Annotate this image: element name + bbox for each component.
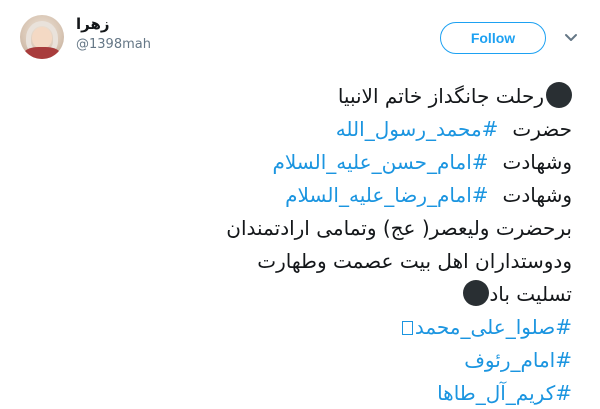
avatar[interactable] — [20, 15, 64, 59]
tweet-line: #کریم_آل_طاها — [12, 377, 572, 409]
tweet-line: ودوستداران اهل بیت عصمت وطهارت — [257, 249, 572, 273]
tweet-line-text: وشهادت — [502, 183, 572, 207]
tweet-line: #امام_رئوف — [12, 344, 572, 377]
tweet-text: رحلت جانگداز خاتم الانبیا حضرت #محمد_رسول… — [12, 80, 572, 409]
hashtag-link[interactable]: #محمد_رسول_الله — [336, 117, 499, 141]
hashtag-link[interactable]: #امام_رئوف — [464, 348, 572, 372]
avatar-cloth — [24, 47, 60, 59]
tweet-line-text: رحلت جانگداز خاتم الانبیا — [337, 84, 544, 108]
tweet-line: برحضرت ولیعصر( عج) وتمامی ارادتمندان — [226, 216, 572, 240]
hashtag-link[interactable]: #کریم_آل_طاها — [437, 381, 572, 405]
display-name[interactable]: زهرا — [76, 14, 151, 34]
tweet-line-text: وشهادت — [502, 150, 572, 174]
missing-glyph-box — [401, 321, 413, 335]
hashtag-link[interactable]: #امام_رضا_علیه_السلام — [285, 183, 488, 207]
tweet-line: وشهادت #امام_حسن_علیه_السلام — [12, 146, 572, 179]
black-circle-emoji — [463, 280, 490, 306]
tweet-line: وشهادت #امام_رضا_علیه_السلام — [12, 179, 572, 212]
hashtag-link[interactable]: #امام_حسن_علیه_السلام — [272, 150, 488, 174]
hashtag-link[interactable]: #صلوا_علی_محمد — [415, 315, 572, 339]
tweet-line: #صلوا_علی_محمد — [12, 311, 572, 344]
user-handle[interactable]: @1398mah — [76, 36, 151, 54]
tweet-line: تسلیت باد — [12, 278, 572, 311]
chevron-down-icon[interactable] — [562, 28, 580, 46]
black-circle-emoji — [546, 82, 572, 108]
follow-button[interactable]: Follow — [440, 22, 546, 54]
tweet-line: رحلت جانگداز خاتم الانبیا — [12, 80, 572, 113]
tweet-line-text: حضرت — [512, 117, 572, 141]
author-block[interactable]: زهرا @1398mah — [76, 14, 151, 54]
tweet-line-text: تسلیت باد — [489, 282, 572, 306]
avatar-face — [32, 27, 52, 49]
tweet-card: زهرا @1398mah Follow رحلت جانگداز خاتم ا… — [0, 0, 600, 409]
tweet-line: حضرت #محمد_رسول_الله — [12, 113, 572, 146]
